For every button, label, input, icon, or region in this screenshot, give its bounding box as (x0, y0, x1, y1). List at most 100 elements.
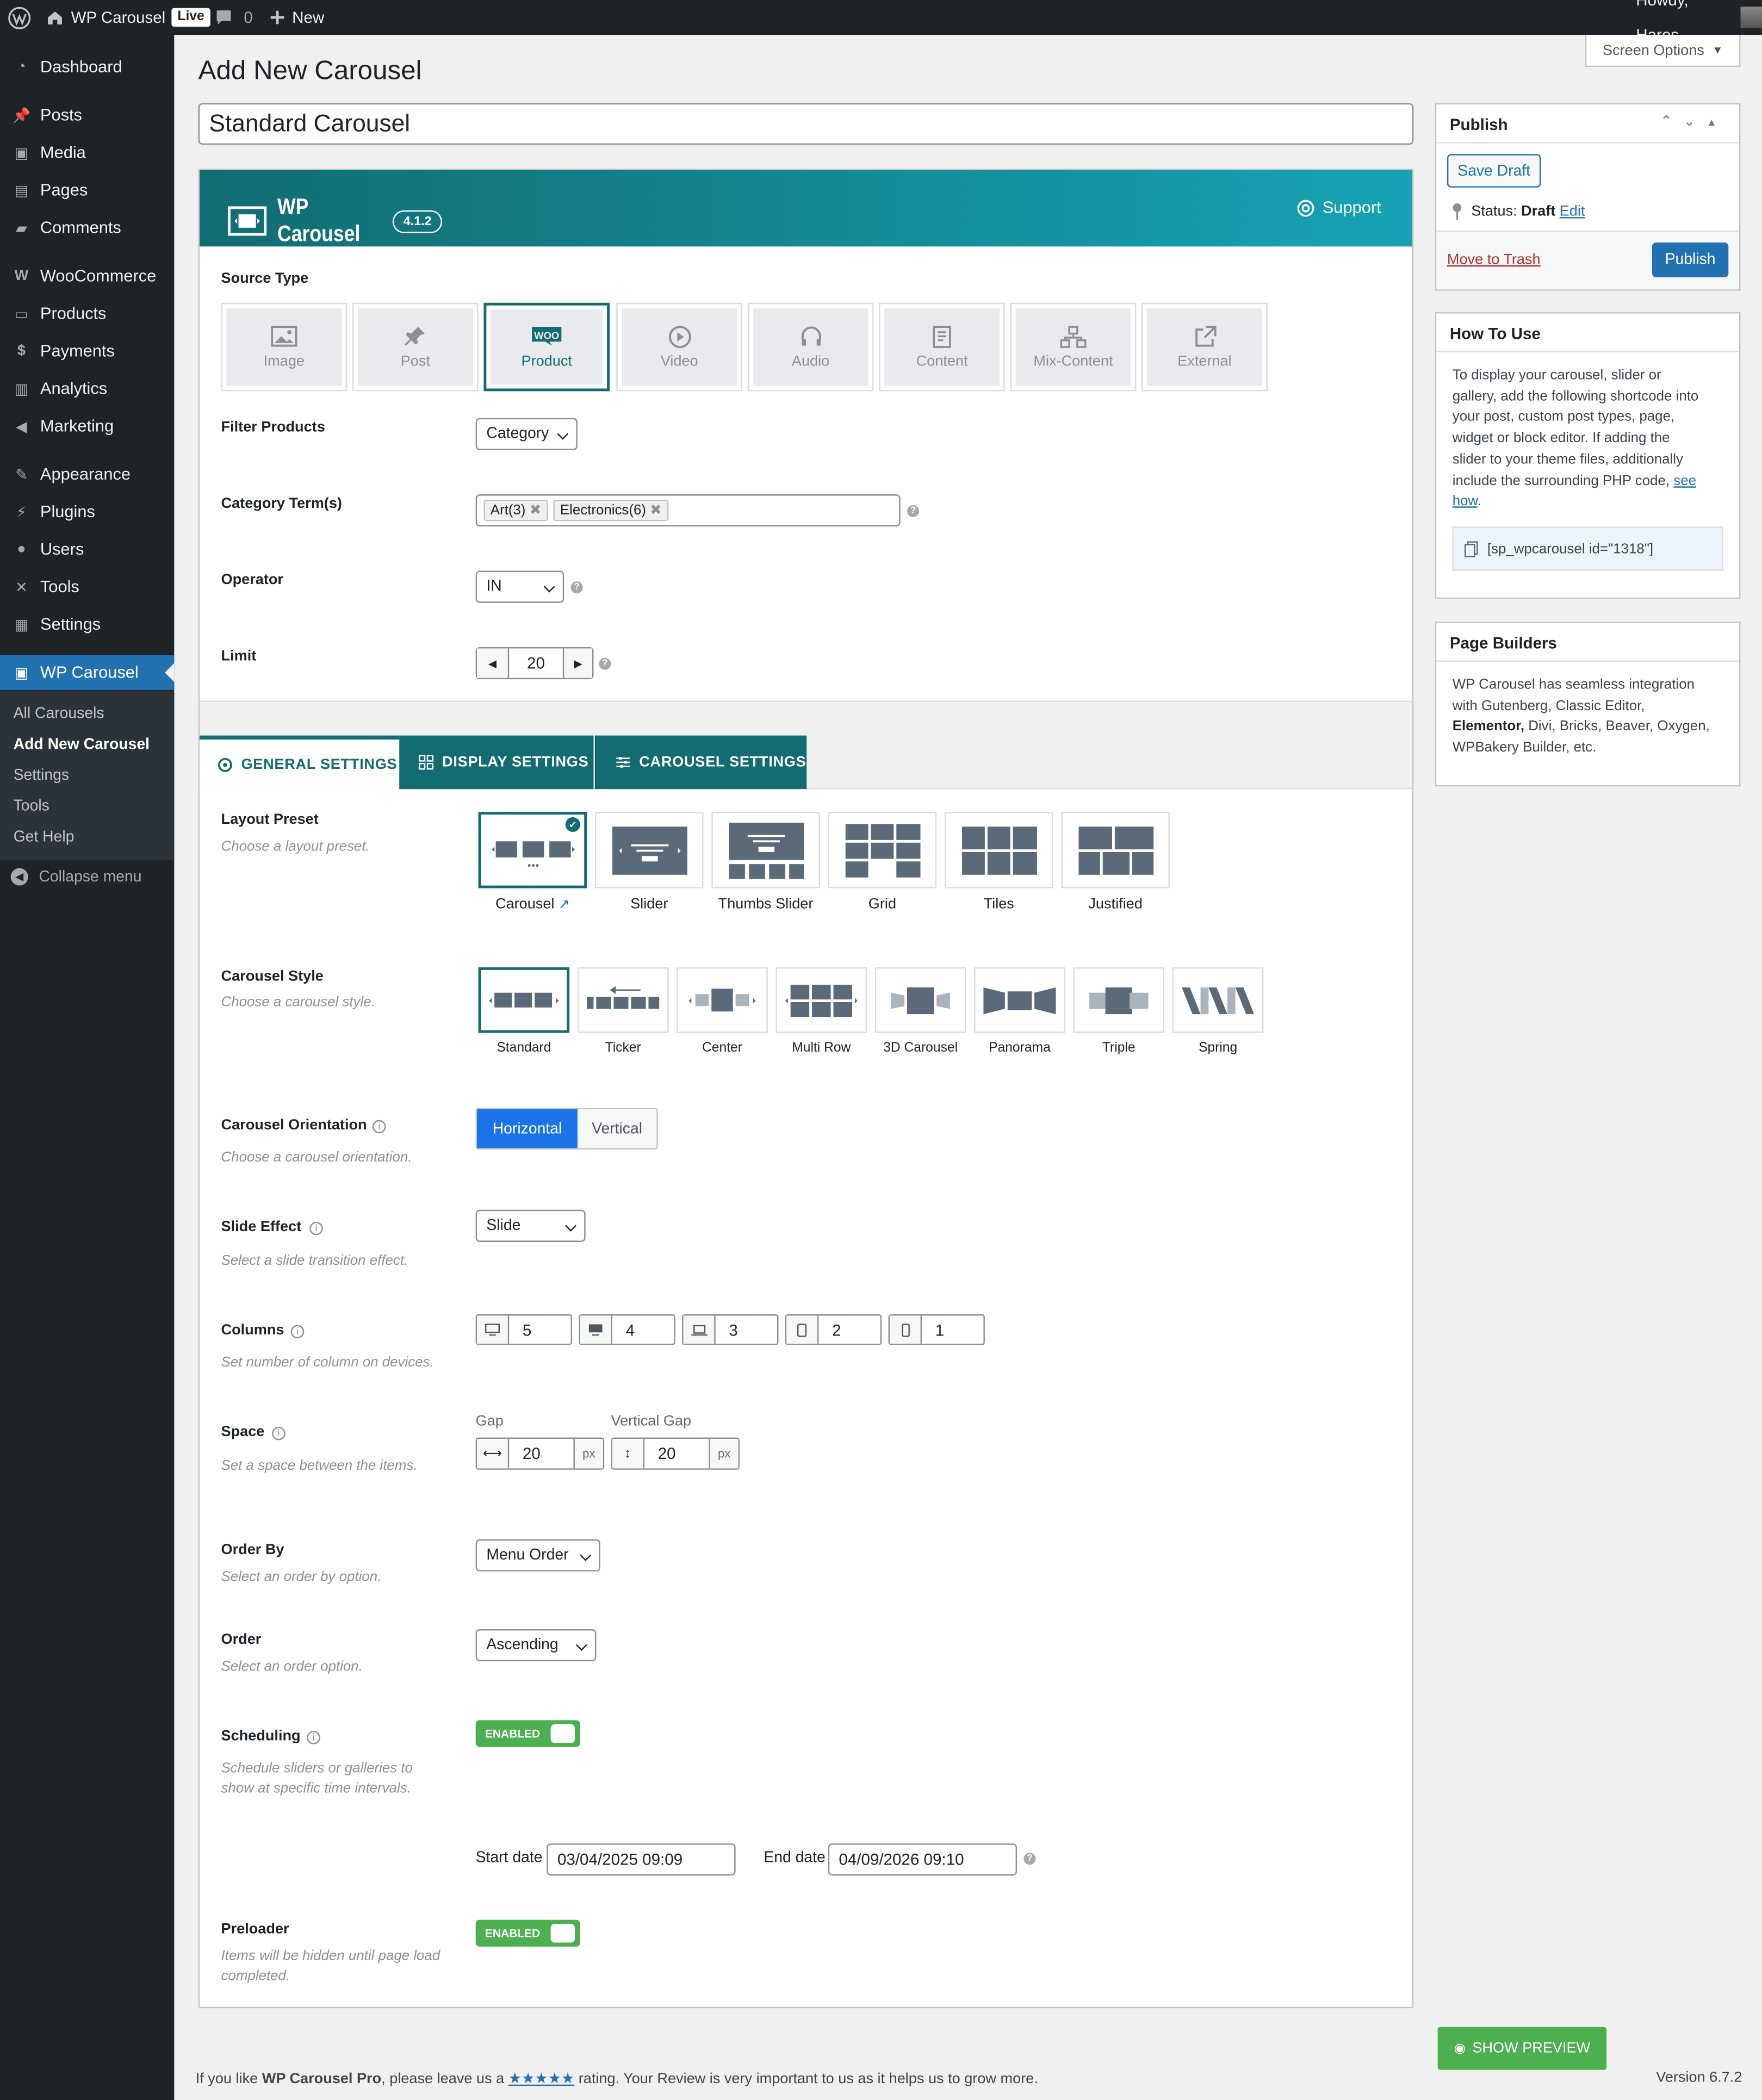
orientation-horizontal-button[interactable]: Horizontal (477, 1109, 578, 1148)
layout-preset-carousel[interactable]: ✔ (478, 812, 587, 889)
chevron-down-icon[interactable]: ⌄ (1683, 114, 1706, 130)
sidebar-item-wp-carousel[interactable]: ▣ WP Carousel (0, 655, 175, 690)
support-link[interactable]: Support (1297, 198, 1381, 217)
carousel-style-triple[interactable] (1073, 967, 1165, 1033)
sidebar-item-comments[interactable]: ▰ Comments (0, 210, 174, 245)
sidebar-item-tools[interactable]: ✕ Tools (0, 569, 174, 604)
increment-arrow-icon[interactable]: ▶ (562, 648, 592, 678)
rating-stars-link[interactable]: ★★★★★ (508, 2071, 574, 2087)
gap-input[interactable]: ⟷ 20 px (475, 1437, 605, 1470)
external-link-icon[interactable]: ↗ (559, 898, 570, 912)
new-content-link[interactable]: New (269, 0, 324, 35)
source-type-mix-content[interactable]: Mix-Content (1010, 302, 1137, 392)
submenu-settings[interactable]: Settings (14, 768, 69, 784)
order-by-select[interactable]: Menu Order (475, 1539, 600, 1572)
info-icon[interactable]: i (272, 1426, 286, 1440)
end-date-input[interactable]: 04/09/2026 09:10 (828, 1843, 1018, 1876)
remove-x-icon[interactable]: ✖ (530, 502, 542, 519)
submenu-add-new-carousel[interactable]: Add New Carousel (14, 737, 150, 753)
layout-preset-tiles[interactable] (944, 812, 1053, 889)
copy-icon[interactable] (1464, 540, 1478, 557)
sidebar-item-media[interactable]: ▣ Media (0, 135, 174, 170)
site-name-link[interactable]: WP Carousel Live (46, 0, 210, 35)
carousel-style-center[interactable] (677, 967, 768, 1033)
carousel-style-panorama[interactable] (974, 967, 1065, 1033)
orientation-vertical-button[interactable]: Vertical (578, 1109, 656, 1148)
source-type-audio[interactable]: Audio (747, 302, 874, 392)
term-tag[interactable]: Art(3) ✖ (483, 499, 548, 521)
help-question-icon[interactable]: ? (599, 657, 611, 670)
tab-general-settings[interactable]: GENERAL SETTINGS (200, 735, 400, 790)
order-select[interactable]: Ascending (475, 1629, 597, 1662)
sidebar-item-dashboard[interactable]: ◔ Dashboard (0, 49, 174, 84)
sidebar-item-products[interactable]: ▭ Products (0, 296, 174, 331)
sidebar-item-marketing[interactable]: ◀ Marketing (0, 408, 174, 443)
filter-products-select[interactable]: Category (475, 418, 578, 450)
remove-x-icon[interactable]: ✖ (650, 502, 662, 519)
sidebar-item-pages[interactable]: ▤ Pages (0, 173, 174, 208)
show-preview-button[interactable]: ◉ SHOW PREVIEW (1437, 2027, 1607, 2070)
move-to-trash-link[interactable]: Move to Trash (1447, 252, 1541, 268)
submenu-tools[interactable]: Tools (14, 798, 49, 815)
help-question-icon[interactable]: ? (570, 581, 583, 594)
tab-display-settings[interactable]: DISPLAY SETTINGS (399, 735, 594, 790)
submenu-get-help[interactable]: Get Help (14, 829, 75, 846)
sidebar-item-payments[interactable]: $ Payments (0, 333, 174, 368)
slide-effect-select[interactable]: Slide (475, 1209, 586, 1242)
publish-button[interactable]: Publish (1652, 242, 1729, 278)
decrement-arrow-icon[interactable]: ◀ (477, 648, 510, 678)
screen-options-button[interactable]: Screen Options ▼ (1585, 35, 1741, 67)
limit-stepper[interactable]: ◀ 20 ▶ (475, 647, 594, 680)
edit-status-link[interactable]: Edit (1560, 203, 1585, 219)
carousel-style-standard[interactable] (478, 967, 570, 1033)
scheduling-toggle[interactable]: ENABLED (475, 1720, 580, 1747)
category-terms-input[interactable]: Art(3) ✖ Electronics(6) ✖ (475, 494, 901, 527)
columns-input-large-desktop[interactable]: 5 (475, 1314, 573, 1345)
collapse-menu-button[interactable]: ◀ Collapse menu (10, 868, 141, 886)
layout-preset-grid[interactable] (828, 812, 937, 889)
info-icon[interactable]: i (307, 1731, 320, 1744)
carousel-style-ticker[interactable] (577, 967, 669, 1033)
sidebar-item-plugins[interactable]: ⚡ Plugins (0, 494, 174, 529)
sidebar-item-analytics[interactable]: ▥ Analytics (0, 371, 174, 406)
source-type-external[interactable]: External (1141, 302, 1268, 392)
layout-preset-slider[interactable] (594, 812, 704, 889)
preloader-toggle[interactable]: ENABLED (475, 1919, 580, 1947)
source-type-product[interactable]: WOO Product (483, 302, 610, 392)
columns-input-tablet[interactable]: 2 (785, 1314, 882, 1345)
account-menu[interactable]: Howdy, Hares (1636, 0, 1762, 44)
vertical-gap-input[interactable]: ↕ 20 px (611, 1437, 740, 1470)
shortcode-box[interactable]: [sp_wpcarousel id="1318"] (1452, 526, 1723, 571)
see-how-link[interactable]: how (1453, 493, 1478, 510)
layout-preset-justified[interactable] (1061, 812, 1170, 889)
sidebar-item-appearance[interactable]: ✎ Appearance (0, 457, 174, 492)
info-icon[interactable]: i (372, 1120, 386, 1134)
metabox-controls[interactable]: ⌃⌄▲ (1660, 113, 1728, 130)
chevron-up-icon[interactable]: ⌃ (1660, 114, 1683, 130)
operator-select[interactable]: IN (475, 570, 564, 603)
source-type-content[interactable]: Content (879, 302, 1005, 392)
info-icon[interactable]: i (309, 1221, 323, 1235)
columns-input-mobile[interactable]: 1 (888, 1314, 985, 1345)
help-question-icon[interactable]: ? (1023, 1853, 1036, 1865)
sidebar-item-settings[interactable]: ▦ Settings (0, 607, 174, 642)
columns-input-laptop[interactable]: 3 (682, 1314, 779, 1345)
columns-input-desktop[interactable]: 4 (579, 1314, 675, 1345)
term-tag[interactable]: Electronics(6) ✖ (553, 499, 669, 521)
carousel-style-spring[interactable] (1172, 967, 1264, 1033)
sidebar-item-posts[interactable]: 📌 Posts (0, 98, 174, 133)
source-type-image[interactable]: Image (221, 302, 348, 392)
submenu-all-carousels[interactable]: All Carousels (14, 706, 104, 722)
save-draft-button[interactable]: Save Draft (1447, 154, 1541, 188)
layout-preset-thumbs-slider[interactable] (711, 812, 820, 889)
sidebar-item-woocommerce[interactable]: W WooCommerce (0, 259, 174, 294)
post-title-input[interactable]: Standard Carousel (198, 103, 1414, 145)
wordpress-logo-icon[interactable] (8, 0, 31, 35)
see-how-link[interactable]: see (1673, 473, 1696, 489)
comments-link[interactable]: 0 (214, 0, 253, 35)
source-type-video[interactable]: Video (616, 302, 742, 392)
sidebar-item-users[interactable]: ● Users (0, 532, 174, 567)
carousel-style-3d-carousel[interactable] (874, 967, 966, 1033)
help-question-icon[interactable]: ? (907, 505, 920, 518)
start-date-input[interactable]: 03/04/2025 09:09 (547, 1843, 736, 1876)
